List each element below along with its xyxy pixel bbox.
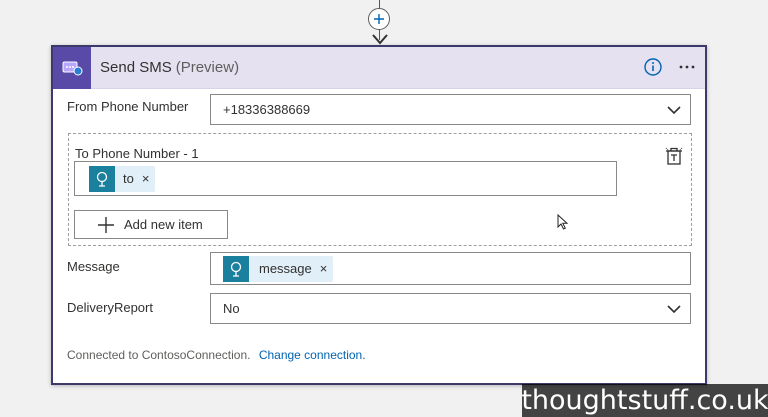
chevron-down-icon (667, 304, 681, 313)
send-sms-action-card: Send SMS (Preview) From Phone Number +18… (51, 45, 707, 385)
info-icon[interactable] (643, 57, 663, 77)
mouse-cursor-icon (557, 214, 568, 230)
from-phone-label: From Phone Number (67, 99, 189, 114)
message-token[interactable]: message × (223, 255, 334, 282)
change-connection-link[interactable]: Change connection. (259, 348, 366, 362)
message-label: Message (67, 259, 120, 274)
message-input[interactable]: message × (210, 252, 691, 285)
plus-icon (98, 216, 114, 233)
to-phone-array-group: To Phone Number - 1 to × Add new item (68, 133, 692, 246)
remove-token-button[interactable]: × (320, 261, 328, 276)
sms-connector-icon (53, 46, 91, 89)
to-phone-label: To Phone Number - 1 (75, 146, 199, 161)
connection-footer: Connected to ContosoConnection. Change c… (67, 348, 366, 362)
action-title: Send SMS (100, 59, 172, 76)
delivery-report-label: DeliveryReport (67, 300, 153, 315)
remove-token-button[interactable]: × (142, 171, 150, 186)
delivery-report-dropdown[interactable]: No (210, 293, 691, 324)
more-ellipsis-icon[interactable] (677, 57, 697, 77)
message-token-label: message (259, 261, 312, 276)
to-token-label: to (123, 171, 134, 186)
card-header[interactable]: Send SMS (Preview) (53, 46, 705, 89)
dynamic-content-icon (223, 255, 249, 282)
arrow-down-icon (372, 34, 388, 45)
from-phone-dropdown[interactable]: +18336388669 (210, 94, 691, 125)
chevron-down-icon (667, 105, 681, 114)
add-step-button[interactable] (368, 8, 390, 30)
from-phone-value: +18336388669 (223, 102, 311, 117)
add-new-item-label: Add new item (124, 217, 203, 232)
plus-icon (374, 14, 384, 24)
to-phone-input[interactable]: to × (74, 161, 617, 196)
connection-status-text: Connected to ContosoConnection. (67, 348, 251, 362)
watermark: thoughtstuff.co.uk (521, 384, 768, 417)
add-new-item-button[interactable]: Add new item (74, 210, 228, 239)
delivery-report-value: No (223, 301, 240, 316)
to-token[interactable]: to × (89, 165, 156, 192)
dynamic-content-icon (89, 165, 115, 192)
action-preview-label: (Preview) (175, 59, 240, 76)
delete-item-icon[interactable] (664, 146, 684, 166)
